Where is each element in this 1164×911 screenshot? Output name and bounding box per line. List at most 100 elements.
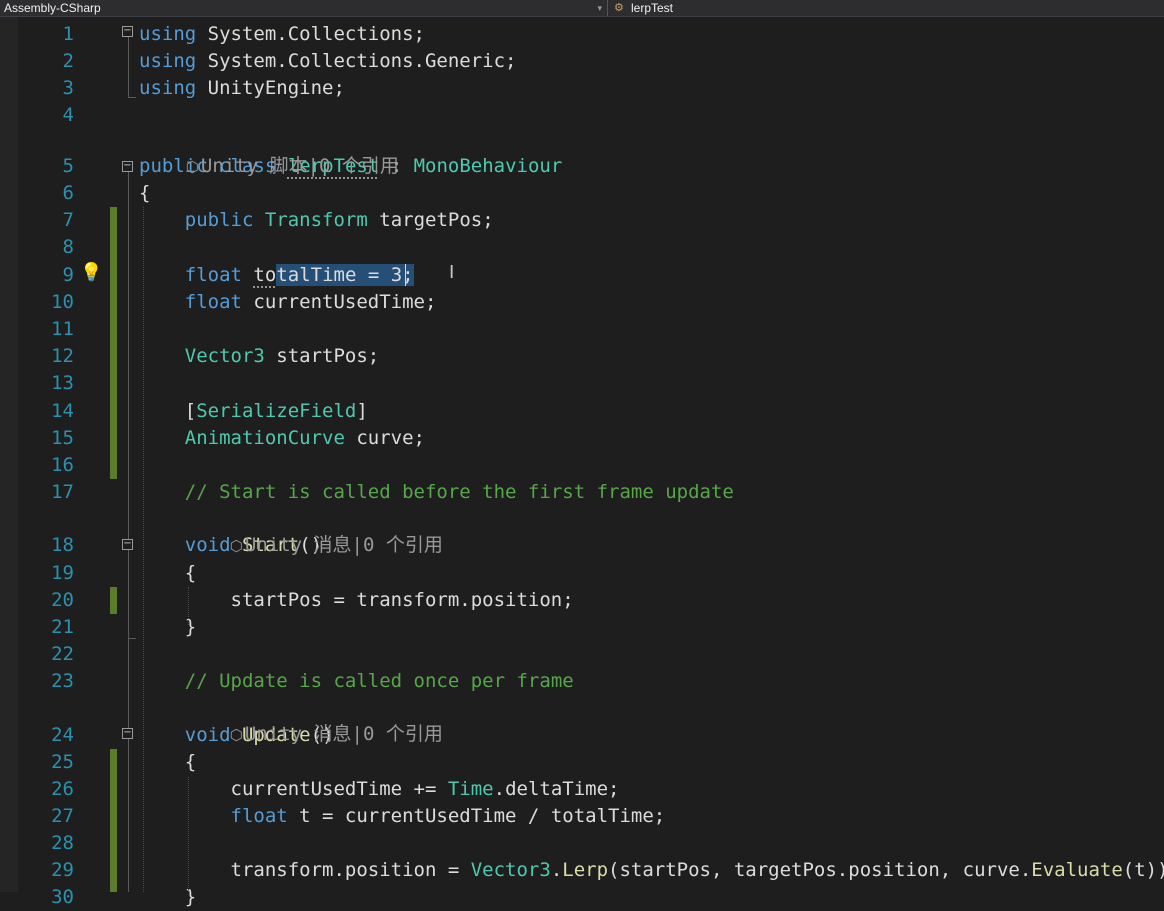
outline-line	[128, 37, 129, 97]
code-token: to	[253, 264, 277, 286]
code-text: Vector3 startPos;	[139, 343, 379, 370]
code-token: float	[184, 264, 242, 286]
code-line[interactable]: 6{	[0, 180, 1164, 207]
line-number: 13	[51, 372, 74, 394]
line-number: 23	[51, 670, 74, 692]
code-token: targetPos;	[367, 209, 494, 231]
code-line[interactable]: 16	[0, 452, 1164, 479]
line-number: 6	[62, 182, 74, 204]
code-line[interactable]: 27 float t = currentUsedTime / totalTime…	[0, 803, 1164, 830]
line-number: 7	[62, 209, 74, 231]
code-text: using System.Collections.Generic;	[139, 48, 517, 75]
code-text: AnimationCurve curve;	[139, 425, 425, 452]
code-line[interactable]: 24 void Update()	[0, 722, 1164, 749]
outline-line	[128, 638, 136, 639]
code-line[interactable]: 8	[0, 234, 1164, 261]
codelens-start[interactable]: ⬡ Unity 消息|0 个引用	[184, 505, 443, 556]
code-token: (t));	[1122, 859, 1164, 881]
code-token: public	[184, 209, 254, 231]
line-number: 8	[62, 236, 74, 258]
cube-icon: ⬡	[229, 537, 243, 555]
line-number: 24	[51, 724, 74, 746]
class-icon: ⚙	[614, 2, 624, 14]
line-number: 20	[51, 589, 74, 611]
code-line[interactable]: 18 void Start()	[0, 532, 1164, 559]
code-text: public Transform targetPos;	[139, 207, 494, 234]
code-line[interactable]: 26 currentUsedTime += Time.deltaTime;	[0, 776, 1164, 803]
code-token: curve;	[344, 427, 425, 449]
code-line[interactable]: 19 {	[0, 560, 1164, 587]
lightbulb-icon[interactable]: 💡	[80, 260, 102, 286]
code-token: Evaluate	[1031, 859, 1123, 881]
collapse-toggle-update[interactable]: −	[122, 728, 133, 739]
selected-text: talTime = 3;	[276, 264, 414, 286]
code-line[interactable]: 17 // Start is called before the first f…	[0, 479, 1164, 506]
outline-line	[128, 97, 136, 98]
code-line[interactable]: 25 {	[0, 749, 1164, 776]
code-text: // Update is called once per frame	[139, 668, 574, 695]
code-token: float	[230, 805, 288, 827]
code-line[interactable]: 29 transform.position = Vector3.Lerp(sta…	[0, 857, 1164, 884]
code-line[interactable]: 21 }	[0, 614, 1164, 641]
line-number: 26	[51, 778, 74, 800]
code-line[interactable]: 3 using UnityEngine;	[0, 75, 1164, 102]
code-line[interactable]: 22	[0, 641, 1164, 668]
code-line[interactable]: 10 float currentUsedTime;	[0, 289, 1164, 316]
code-line[interactable]: 4	[0, 102, 1164, 129]
project-dropdown[interactable]: Assembly-CSharp ▾	[0, 0, 604, 16]
code-text: // Start is called before the first fram…	[139, 479, 734, 506]
structure-guide	[143, 207, 144, 892]
outline-line	[128, 172, 129, 892]
code-line[interactable]: 14 [SerializeField]	[0, 398, 1164, 425]
code-line[interactable]: 2 using System.Collections.Generic;	[0, 48, 1164, 75]
line-number: 28	[51, 832, 74, 854]
line-number: 22	[51, 643, 74, 665]
code-token: ]	[356, 400, 368, 422]
collapse-toggle-usings[interactable]: −	[122, 26, 133, 37]
code-line[interactable]: 15 AnimationCurve curve;	[0, 425, 1164, 452]
code-token: float	[184, 291, 242, 313]
code-token: .	[550, 859, 563, 881]
codelens-class[interactable]: ⬡ Unity 脚本|0 个引用	[140, 126, 399, 177]
member-dropdown[interactable]: ⚙ lerpTest	[610, 0, 1164, 16]
code-editor[interactable]: 1 using System.Collections; 2 using System.…	[0, 17, 1164, 908]
code-line[interactable]: 13	[0, 370, 1164, 397]
structure-guide	[188, 587, 189, 625]
collapse-toggle-class[interactable]: −	[122, 161, 133, 172]
code-token: Time	[447, 778, 494, 800]
line-number: 3	[62, 77, 74, 99]
code-line[interactable]: 30 }	[0, 884, 1164, 911]
cube-icon: ⬡	[185, 158, 199, 176]
line-number: 30	[51, 886, 74, 908]
code-line[interactable]: 9 float totalTime = 3;	[0, 262, 1164, 289]
code-line[interactable]: 7 public Transform targetPos;	[0, 207, 1164, 234]
code-line[interactable]: 11	[0, 316, 1164, 343]
member-label: lerpTest	[631, 1, 674, 15]
line-number: 1	[62, 23, 74, 45]
code-line[interactable]: 1 using System.Collections;	[0, 21, 1164, 48]
code-token: System.Collections;	[196, 23, 425, 45]
code-line[interactable]: 20 startPos = transform.position;	[0, 587, 1164, 614]
collapse-toggle-start[interactable]: −	[122, 539, 133, 550]
line-number: 9	[62, 264, 74, 286]
codelens-update[interactable]: ⬡ Unity 消息|0 个引用	[184, 694, 443, 745]
code-token: .deltaTime;	[493, 778, 620, 800]
code-text: currentUsedTime += Time.deltaTime;	[139, 776, 620, 803]
code-line[interactable]: 12 Vector3 startPos;	[0, 343, 1164, 370]
line-number: 5	[62, 155, 74, 177]
code-line[interactable]: 28	[0, 830, 1164, 857]
code-line[interactable]: 23 // Update is called once per frame	[0, 668, 1164, 695]
code-text: float t = currentUsedTime / totalTime;	[139, 803, 666, 830]
text-caret	[405, 264, 406, 286]
change-marker	[110, 749, 117, 892]
code-token: // Start is called before the first fram…	[184, 481, 734, 503]
code-text: using System.Collections;	[139, 21, 425, 48]
chevron-down-icon: ▾	[597, 3, 602, 13]
code-text: [SerializeField]	[139, 398, 368, 425]
code-token: using	[139, 23, 197, 45]
line-number: 29	[51, 859, 74, 881]
